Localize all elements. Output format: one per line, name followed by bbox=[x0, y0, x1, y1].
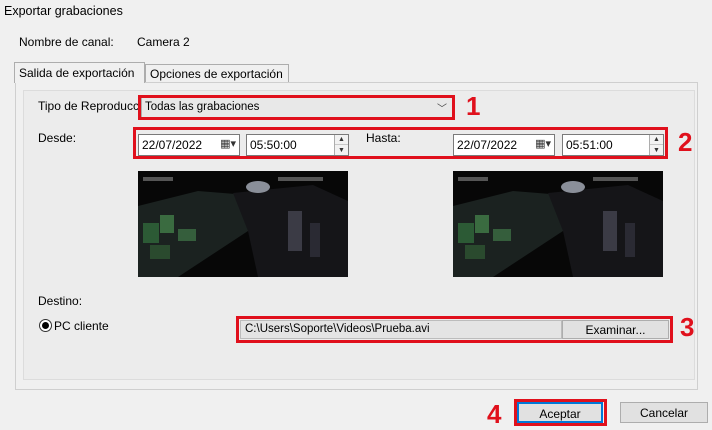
callout-box-3 bbox=[236, 316, 673, 343]
callout-box-1 bbox=[138, 95, 455, 120]
channel-name-value: Camera 2 bbox=[137, 35, 190, 49]
callout-number-3: 3 bbox=[680, 312, 695, 342]
callout-number-1: 1 bbox=[466, 91, 481, 121]
tab-export-options[interactable]: Opciones de exportación bbox=[145, 64, 289, 83]
channel-name-label: Nombre de canal: bbox=[19, 35, 114, 49]
start-frame-thumbnail bbox=[138, 171, 348, 277]
pc-client-label[interactable]: PC cliente bbox=[54, 319, 109, 333]
pc-client-radio[interactable] bbox=[39, 319, 52, 332]
callout-number-2: 2 bbox=[678, 127, 693, 157]
window-title: Exportar grabaciones bbox=[4, 4, 123, 18]
callout-box-2 bbox=[133, 127, 668, 159]
callout-box-4 bbox=[514, 399, 607, 426]
tab-export-output[interactable]: Salida de exportación bbox=[14, 62, 145, 83]
radio-dot-icon bbox=[42, 322, 49, 329]
end-frame-thumbnail bbox=[453, 171, 663, 277]
destination-label: Destino: bbox=[38, 294, 83, 308]
cancel-button[interactable]: Cancelar bbox=[620, 402, 708, 423]
from-label: Desde: bbox=[38, 131, 77, 145]
callout-number-4: 4 bbox=[487, 399, 502, 429]
